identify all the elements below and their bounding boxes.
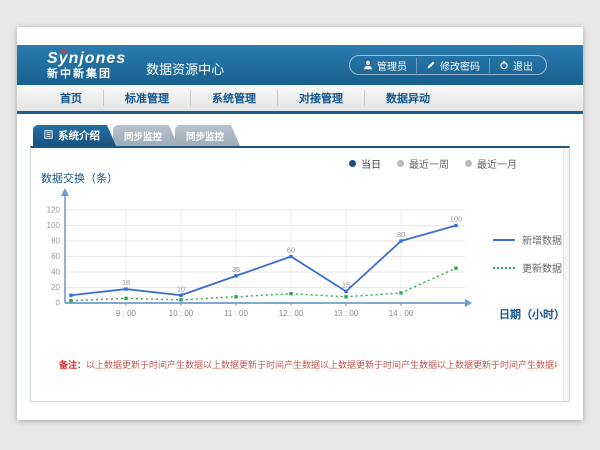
svg-text:120: 120: [47, 206, 61, 215]
company-logo: Synjones 新中新集团: [47, 51, 126, 80]
nav-item-4[interactable]: 数据异动: [364, 90, 451, 106]
user-menu-item-1[interactable]: 修改密码: [416, 58, 489, 73]
nav-item-2[interactable]: 系统管理: [190, 90, 277, 106]
svg-text:35: 35: [232, 265, 240, 274]
svg-text:20: 20: [51, 283, 60, 292]
company-name: 新中新集团: [47, 69, 126, 80]
time-filter-group: 当日 最近一周 最近一月: [349, 156, 517, 171]
power-icon: [499, 60, 509, 70]
main-nav: 首页标准管理系统管理对接管理数据异动: [17, 85, 583, 114]
edit-icon: [426, 60, 436, 70]
legend-label: 新增数据: [522, 232, 562, 247]
chart-canvas: 9 : 00 10 : 00 11 : 00 12 : 00 13 : 00 14 : 0…: [31, 184, 501, 329]
filter-label: 当日: [361, 156, 381, 171]
footnote-text: 以上数据更新于时间产生数据以上数据更新于时间产生数据以上数据更新于时间产生数据以…: [86, 360, 557, 370]
radio-dot-icon: [349, 160, 356, 167]
user-icon: [363, 60, 373, 70]
app-header: Synjones 新中新集团 数据资源中心 管理员 修改密码 退出: [17, 45, 583, 85]
nav-item-3[interactable]: 对接管理: [277, 90, 364, 106]
legend-label: 更新数据: [522, 260, 562, 275]
user-menu-label: 退出: [513, 58, 533, 73]
legend-item-1[interactable]: 更新数据: [493, 260, 562, 275]
chart-panel: 当日最近一周最近一月 数据交换（条） 9 : 0010 : 0011 : 001…: [30, 146, 570, 402]
svg-text:10 : 00: 10 : 00: [169, 309, 194, 318]
svg-text:13 : 00: 13 : 00: [334, 309, 359, 318]
footnote-label: 备注：: [59, 360, 86, 370]
svg-text:100: 100: [47, 221, 61, 230]
logo-red-dot-icon: [62, 49, 66, 53]
time-filter-0[interactable]: 当日: [349, 156, 381, 171]
svg-text:12 : 00: 12 : 00: [279, 309, 304, 318]
svg-text:80: 80: [397, 230, 405, 239]
svg-text:10: 10: [177, 284, 185, 293]
svg-text:60: 60: [287, 246, 295, 255]
x-axis-title: 日期（小时）: [499, 306, 565, 322]
time-filter-2[interactable]: 最近一月: [465, 156, 517, 171]
svg-text:11 : 00: 11 : 00: [224, 309, 248, 318]
nav-item-0[interactable]: 首页: [39, 90, 103, 106]
tab-label: 同步监控: [124, 129, 162, 143]
svg-text:9 : 00: 9 : 00: [116, 309, 137, 318]
tab-label: 同步监控: [186, 129, 224, 143]
svg-text:100: 100: [450, 215, 463, 224]
user-menu-label: 修改密码: [440, 58, 480, 73]
legend-line-icon: [493, 239, 515, 241]
legend-line-icon: [493, 267, 515, 269]
tab-bar: 系统介绍 同步监控 同步监控: [33, 125, 570, 146]
svg-text:15: 15: [342, 280, 350, 289]
tab-label: 系统介绍: [58, 128, 100, 143]
app-title: 数据资源中心: [146, 59, 224, 85]
doc-icon: [44, 130, 53, 142]
content-area: 系统介绍同步监控同步监控 当日最近一周最近一月 数据交换（条） 9 : 0010…: [17, 114, 583, 420]
svg-text:18: 18: [122, 278, 130, 287]
legend-item-0[interactable]: 新增数据: [493, 232, 562, 247]
radio-dot-icon: [397, 160, 404, 167]
time-filter-1[interactable]: 最近一周: [397, 156, 449, 171]
filter-label: 最近一月: [477, 156, 517, 171]
footnote: 备注：以上数据更新于时间产生数据以上数据更新于时间产生数据以上数据更新于时间产生…: [59, 358, 557, 371]
app-window: Synjones 新中新集团 数据资源中心 管理员修改密码退出 首页标准管理系统…: [17, 27, 583, 420]
svg-text:80: 80: [51, 237, 60, 246]
user-menu: 管理员 修改密码 退出: [349, 55, 547, 75]
tab-1[interactable]: 同步监控: [113, 125, 178, 146]
user-menu-label: 管理员: [377, 58, 407, 73]
nav-item-1[interactable]: 标准管理: [103, 90, 190, 106]
svg-text:0: 0: [56, 299, 61, 308]
radio-dot-icon: [465, 160, 472, 167]
brand-name: Synjones: [47, 51, 126, 67]
tab-2[interactable]: 同步监控: [175, 125, 240, 146]
user-menu-item-2[interactable]: 退出: [489, 58, 542, 73]
svg-text:14 : 00: 14 : 00: [389, 309, 414, 318]
page-background: Synjones 新中新集团 数据资源中心 管理员修改密码退出 首页标准管理系统…: [0, 0, 600, 450]
panel-scrollbar[interactable]: [563, 148, 569, 401]
tab-0[interactable]: 系统介绍: [33, 125, 116, 146]
user-menu-item-0[interactable]: 管理员: [354, 58, 416, 73]
svg-text:60: 60: [51, 252, 60, 261]
filter-label: 最近一周: [409, 156, 449, 171]
svg-text:40: 40: [51, 268, 60, 277]
series-legend: 新增数据更新数据: [493, 232, 562, 275]
